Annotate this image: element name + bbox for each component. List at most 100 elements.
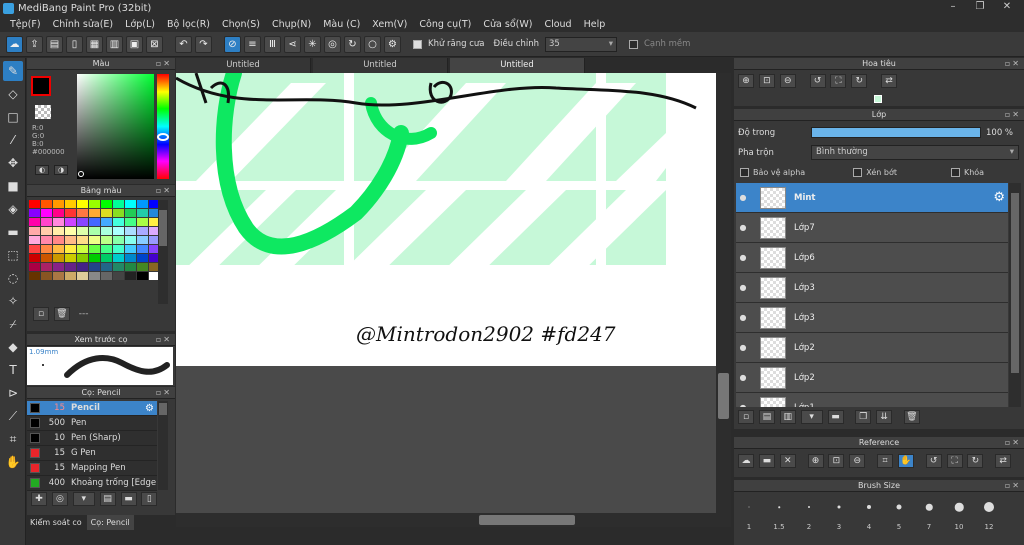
palette-swatch[interactable]	[89, 263, 100, 271]
brush-size-option[interactable]: 5	[884, 493, 914, 534]
color-picker-icon[interactable]: ◑	[54, 165, 68, 175]
layer-row[interactable]: ● Mint ⚙	[736, 183, 1008, 213]
canvas-horizontal-scrollbar[interactable]	[176, 513, 731, 527]
palette-swatch[interactable]	[101, 227, 112, 235]
blend-mode-select[interactable]: Bình thường ▾	[811, 145, 1019, 160]
palette-swatch[interactable]	[125, 236, 136, 244]
palette-swatch[interactable]	[137, 263, 148, 271]
comic-panel-icon[interactable]: ▥	[106, 35, 123, 53]
brush-copy-icon[interactable]: ▤	[99, 492, 116, 506]
palette-swatch[interactable]	[89, 227, 100, 235]
deselect-icon[interactable]: ⊠	[146, 35, 163, 53]
palette-swatch[interactable]	[53, 254, 64, 262]
lock-checkbox[interactable]	[950, 168, 960, 177]
layer-scrollbar[interactable]	[1009, 183, 1021, 407]
brush-item[interactable]: 15 G Pen	[27, 446, 157, 461]
menu-snap[interactable]: Chụp(N)	[266, 17, 317, 32]
brush-size-option[interactable]: 2	[794, 493, 824, 534]
palette-swatch[interactable]	[65, 236, 76, 244]
chat-icon[interactable]: ▤	[46, 35, 63, 53]
reference-fit-icon[interactable]: ⊡	[828, 454, 845, 468]
palette-swatch[interactable]	[101, 218, 112, 226]
layer-scroll-thumb[interactable]	[1011, 193, 1019, 373]
palette-swatch[interactable]	[113, 227, 124, 235]
duplicate-layer-icon[interactable]: ❐	[855, 410, 872, 424]
palette-swatch[interactable]	[113, 245, 124, 253]
palette-swatch[interactable]	[53, 236, 64, 244]
palette-swatch[interactable]	[65, 245, 76, 253]
hue-slider[interactable]	[157, 74, 169, 179]
reference-fit-screen-icon[interactable]: ⛶	[946, 454, 963, 468]
palette-swatch[interactable]	[29, 227, 40, 235]
palette-swatch[interactable]	[89, 200, 100, 208]
layer-row[interactable]: ● Lớp3	[736, 303, 1008, 333]
palette-swatch[interactable]	[137, 200, 148, 208]
palette-scroll-thumb[interactable]	[159, 210, 167, 246]
palette-swatch[interactable]	[77, 272, 88, 280]
palette-swatch[interactable]	[125, 254, 136, 262]
tab-untitled-3[interactable]: Untitled	[450, 58, 585, 73]
layer-folder-icon[interactable]: ▬	[827, 410, 844, 424]
hand-tool-icon[interactable]: ✋	[3, 452, 23, 472]
operation-tool-icon[interactable]: ⊳	[3, 383, 23, 403]
visibility-eye-icon[interactable]: ●	[736, 313, 750, 322]
transparent-swatch[interactable]	[35, 105, 51, 119]
palette-swatch[interactable]	[125, 263, 136, 271]
palette-swatch[interactable]	[125, 209, 136, 217]
visibility-eye-icon[interactable]: ●	[736, 223, 750, 232]
palette-swatch[interactable]	[29, 209, 40, 217]
add-layer-menu-icon[interactable]: ▾	[800, 410, 823, 424]
brush-size-option[interactable]: 4	[854, 493, 884, 534]
snap-settings-icon[interactable]: ⚙	[384, 35, 401, 53]
brush-item[interactable]: 15 Pencil ⚙	[27, 401, 157, 416]
color-cursor[interactable]	[78, 171, 84, 177]
palette-swatch[interactable]	[53, 227, 64, 235]
palette-swatch[interactable]	[53, 263, 64, 271]
palette-swatch[interactable]	[113, 236, 124, 244]
palette-swatch[interactable]	[101, 200, 112, 208]
canvas-vertical-scrollbar[interactable]	[716, 73, 731, 513]
palette-swatch[interactable]	[101, 245, 112, 253]
palette-swatch[interactable]	[125, 227, 136, 235]
palette-swatch[interactable]	[29, 263, 40, 271]
visibility-eye-icon[interactable]: ●	[736, 193, 750, 202]
panel-float-close-icon[interactable]: ▫✕	[156, 185, 172, 197]
share-icon[interactable]: ⇪	[26, 35, 43, 53]
navigator-thumbnail[interactable]	[874, 95, 882, 103]
menu-view[interactable]: Xem(V)	[366, 17, 413, 32]
tab-brush-pencil[interactable]: Cọ: Pencil	[86, 515, 134, 530]
brush-size-option[interactable]: 1.5	[764, 493, 794, 534]
palette-swatch[interactable]	[41, 272, 52, 280]
palette-swatch[interactable]	[41, 200, 52, 208]
palette-swatch[interactable]	[41, 227, 52, 235]
add-brush-icon[interactable]: ✚	[31, 492, 47, 506]
reference-eyedropper-icon[interactable]: ⌗	[877, 454, 893, 468]
panel-float-close-icon[interactable]: ▫✕	[1005, 58, 1021, 70]
document-icon[interactable]: ▦	[86, 35, 103, 53]
brush-scrollbar[interactable]	[158, 401, 168, 490]
palette-swatch[interactable]	[113, 200, 124, 208]
color-palette-icon[interactable]: ◐	[35, 165, 49, 175]
panel-float-close-icon[interactable]: ▫✕	[1005, 109, 1021, 121]
palette-swatch[interactable]	[125, 200, 136, 208]
eraser-tool-icon[interactable]: ◇	[3, 84, 23, 104]
merge-layer-icon[interactable]: ⇊	[876, 410, 893, 424]
palette-swatches[interactable]	[29, 200, 160, 280]
lasso-tool-icon[interactable]: ◌	[3, 268, 23, 288]
menu-window[interactable]: Cửa sổ(W)	[477, 17, 538, 32]
palette-swatch[interactable]	[89, 218, 100, 226]
palette-swatch[interactable]	[101, 209, 112, 217]
select-pen-icon[interactable]: ⌿	[3, 314, 23, 334]
reference-cloud-icon[interactable]: ☁	[738, 454, 754, 468]
brush-scroll-thumb[interactable]	[159, 403, 167, 415]
palette-swatch[interactable]	[137, 227, 148, 235]
palette-swatch[interactable]	[77, 209, 88, 217]
menu-edit[interactable]: Chỉnh sửa(E)	[47, 17, 120, 32]
menu-help[interactable]: Help	[578, 17, 612, 32]
undo-icon[interactable]: ↶	[175, 35, 192, 53]
palette-swatch[interactable]	[29, 245, 40, 253]
layer-row[interactable]: ● Lớp1	[736, 393, 1008, 407]
tab-brush-control[interactable]: Kiểm soát co	[27, 515, 85, 530]
palette-swatch[interactable]	[125, 245, 136, 253]
vertical-scroll-thumb[interactable]	[718, 373, 729, 419]
